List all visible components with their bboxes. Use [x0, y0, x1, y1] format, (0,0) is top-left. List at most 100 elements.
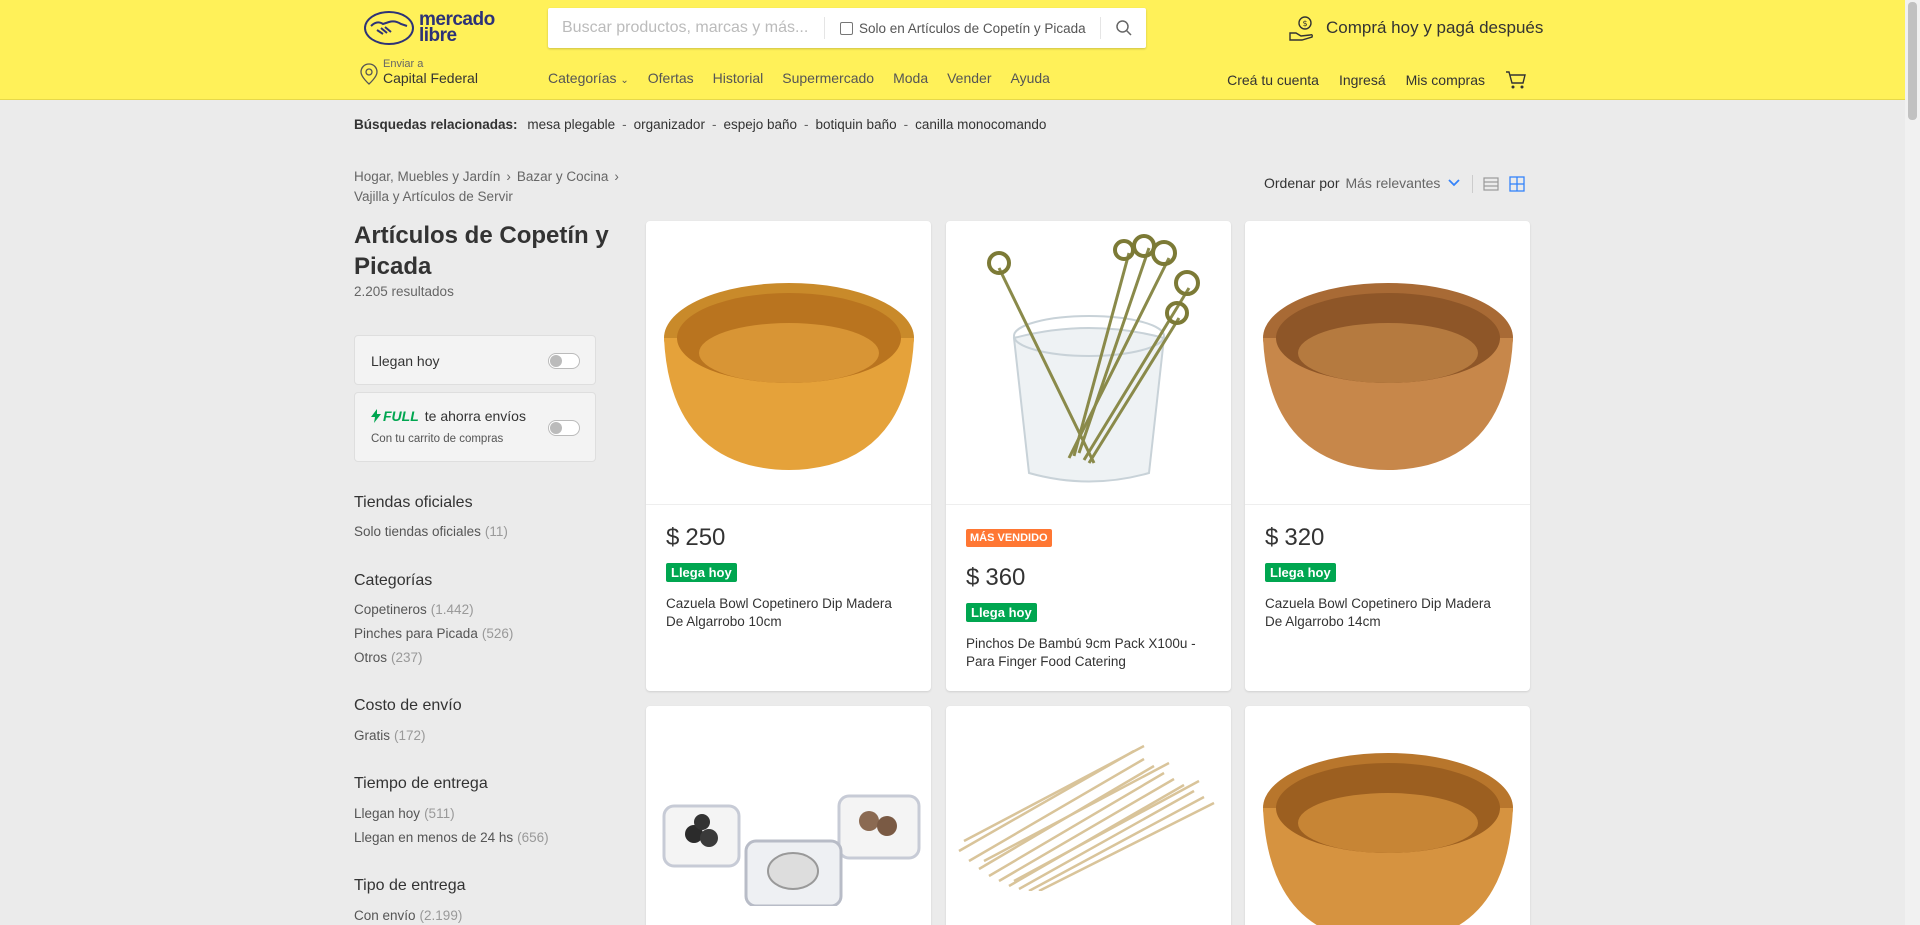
product-card[interactable]: $250 Llega hoy Cazuela Bowl Copetinero D… [646, 221, 931, 691]
nav-supermercado[interactable]: Supermercado [782, 70, 874, 86]
product-price: $360 [966, 564, 1026, 591]
delivery-badge: Llega hoy [966, 603, 1037, 622]
filter-heading-tiendas: Tiendas oficiales [354, 494, 473, 511]
product-image[interactable] [946, 706, 1231, 925]
scrollbar-thumb[interactable] [1908, 2, 1917, 120]
filter-item[interactable]: Pinches para Picada (526) [354, 626, 513, 641]
logo-text: mercado libre [419, 9, 495, 46]
full-filter[interactable]: FULL te ahorra envíos Con tu carrito de … [354, 392, 596, 462]
search-icon [1116, 20, 1132, 36]
nav-ofertas[interactable]: Ofertas [648, 70, 694, 86]
filter-item[interactable]: Solo tiendas oficiales (11) [354, 524, 508, 539]
related-item[interactable]: canilla monocomando [915, 117, 1046, 132]
full-subtext: Con tu carrito de compras [371, 433, 504, 445]
divider [1472, 175, 1473, 193]
sort-dropdown[interactable]: Ordenar por Más relevantes [1264, 175, 1461, 191]
checkbox-label: Solo en Artículos de Copetín y Picada [859, 20, 1086, 36]
product-price: $320 [1265, 524, 1325, 551]
checkbox[interactable] [840, 21, 853, 35]
sort-label: Ordenar por [1264, 175, 1340, 191]
location-label: Enviar a [383, 58, 424, 70]
product-title[interactable]: Pinchos De Bambú 9cm Pack X100u - Para F… [966, 635, 1211, 671]
ceramic-dishes-image [662, 794, 920, 906]
list-view-icon[interactable] [1483, 177, 1499, 191]
filter-heading-costo-envio: Costo de envío [354, 697, 462, 714]
wooden-bowl-image [1262, 282, 1513, 470]
filter-heading-tipo-entrega: Tipo de entrega [354, 877, 466, 894]
breadcrumb: Hogar, Muebles y Jardín › Bazar y Cocina › … [354, 167, 654, 207]
shipping-location[interactable]: Enviar a Capital Federal [359, 58, 478, 86]
product-image[interactable] [646, 221, 931, 505]
lightning-icon [371, 409, 381, 423]
chevron-right-icon: › [506, 169, 511, 184]
results-count: 2.205 resultados [354, 284, 454, 299]
product-image[interactable] [646, 706, 931, 925]
grid-view-icon[interactable] [1509, 176, 1525, 192]
filter-item[interactable]: Copetineros (1.442) [354, 602, 474, 617]
product-title[interactable]: Cazuela Bowl Copetinero Dip Madera De Al… [666, 595, 911, 631]
product-card[interactable]: MÁS VENDIDO $360 Llega hoy Pinchos De Ba… [946, 221, 1231, 691]
product-card[interactable] [946, 706, 1231, 925]
create-account-link[interactable]: Creá tu cuenta [1227, 72, 1319, 88]
divider [824, 17, 825, 39]
product-title[interactable]: Cazuela Bowl Copetinero Dip Madera De Al… [1265, 595, 1510, 631]
divider [1100, 17, 1101, 39]
full-toggle[interactable] [548, 420, 580, 436]
full-text: te ahorra envíos [424, 408, 526, 424]
llegan-hoy-filter[interactable]: Llegan hoy [354, 335, 596, 385]
cart-icon[interactable] [1505, 70, 1527, 90]
filter-heading-tiempo-entrega: Tiempo de entrega [354, 775, 488, 792]
best-seller-badge: MÁS VENDIDO [966, 529, 1052, 547]
my-purchases-link[interactable]: Mis compras [1406, 72, 1485, 88]
scrollbar[interactable] [1905, 0, 1920, 925]
filter-item[interactable]: Llegan hoy (511) [354, 806, 455, 821]
breadcrumb-item[interactable]: Bazar y Cocina [517, 169, 609, 184]
buy-now-pay-later-promo[interactable]: $ Comprá hoy y pagá después [1288, 12, 1543, 44]
promo-text: Comprá hoy y pagá después [1326, 18, 1544, 37]
product-image[interactable] [1245, 221, 1530, 505]
product-card[interactable] [646, 706, 931, 925]
search-input[interactable] [562, 8, 820, 48]
product-card[interactable] [1245, 706, 1530, 925]
related-item[interactable]: mesa plegable [527, 117, 615, 132]
wooden-bowl-image [663, 282, 914, 470]
nav-ayuda[interactable]: Ayuda [1010, 70, 1049, 86]
site-header: mercado libre Solo en Artículos de Copet… [0, 0, 1905, 100]
sort-value: Más relevantes [1345, 175, 1441, 191]
filter-item[interactable]: Con envío (2.199) [354, 908, 462, 923]
product-price: $250 [666, 524, 726, 551]
related-searches: Búsquedas relacionadas: mesa plegable - or… [354, 117, 1047, 132]
page-title: Artículos de Copetín y Picada [354, 222, 609, 280]
category-only-checkbox[interactable]: Solo en Artículos de Copetín y Picada [840, 8, 1086, 48]
login-link[interactable]: Ingresá [1339, 72, 1386, 88]
location-value: Capital Federal [383, 70, 478, 86]
nav-historial[interactable]: Historial [713, 70, 764, 86]
hand-coin-icon: $ [1289, 16, 1313, 41]
filter-heading-categorias: Categorías [354, 572, 433, 589]
related-item[interactable]: botiquin baño [816, 117, 897, 132]
llegan-hoy-label: Llegan hoy [371, 353, 440, 369]
llegan-hoy-toggle[interactable] [548, 353, 580, 369]
delivery-badge: Llega hoy [666, 563, 737, 582]
filter-item[interactable]: Llegan en menos de 24 hs (656) [354, 830, 549, 845]
related-item[interactable]: organizador [634, 117, 705, 132]
nav-vender[interactable]: Vender [947, 70, 991, 86]
breadcrumb-item[interactable]: Vajilla y Artículos de Servir [354, 189, 513, 204]
filter-item[interactable]: Otros (237) [354, 650, 423, 665]
product-card[interactable]: $320 Llega hoy Cazuela Bowl Copetinero D… [1245, 221, 1530, 691]
nav-categorias[interactable]: Categorías ⌄ [548, 70, 629, 86]
nav-moda[interactable]: Moda [893, 70, 928, 86]
mercadolibre-logo[interactable]: mercado libre [363, 8, 499, 48]
search-bar: Solo en Artículos de Copetín y Picada [548, 8, 1146, 48]
product-image[interactable] [1245, 706, 1530, 925]
breadcrumb-item[interactable]: Hogar, Muebles y Jardín [354, 169, 500, 184]
related-searches-label: Búsquedas relacionadas: [354, 117, 518, 132]
search-button[interactable] [1104, 8, 1144, 48]
bamboo-sticks-image [957, 744, 1215, 891]
handshake-logo-icon [364, 11, 414, 45]
account-nav: Creá tu cuenta Ingresá Mis compras [1207, 70, 1527, 90]
location-pin-icon [360, 63, 378, 85]
related-item[interactable]: espejo baño [723, 117, 797, 132]
product-image[interactable] [946, 221, 1231, 505]
filter-item[interactable]: Gratis (172) [354, 728, 426, 743]
